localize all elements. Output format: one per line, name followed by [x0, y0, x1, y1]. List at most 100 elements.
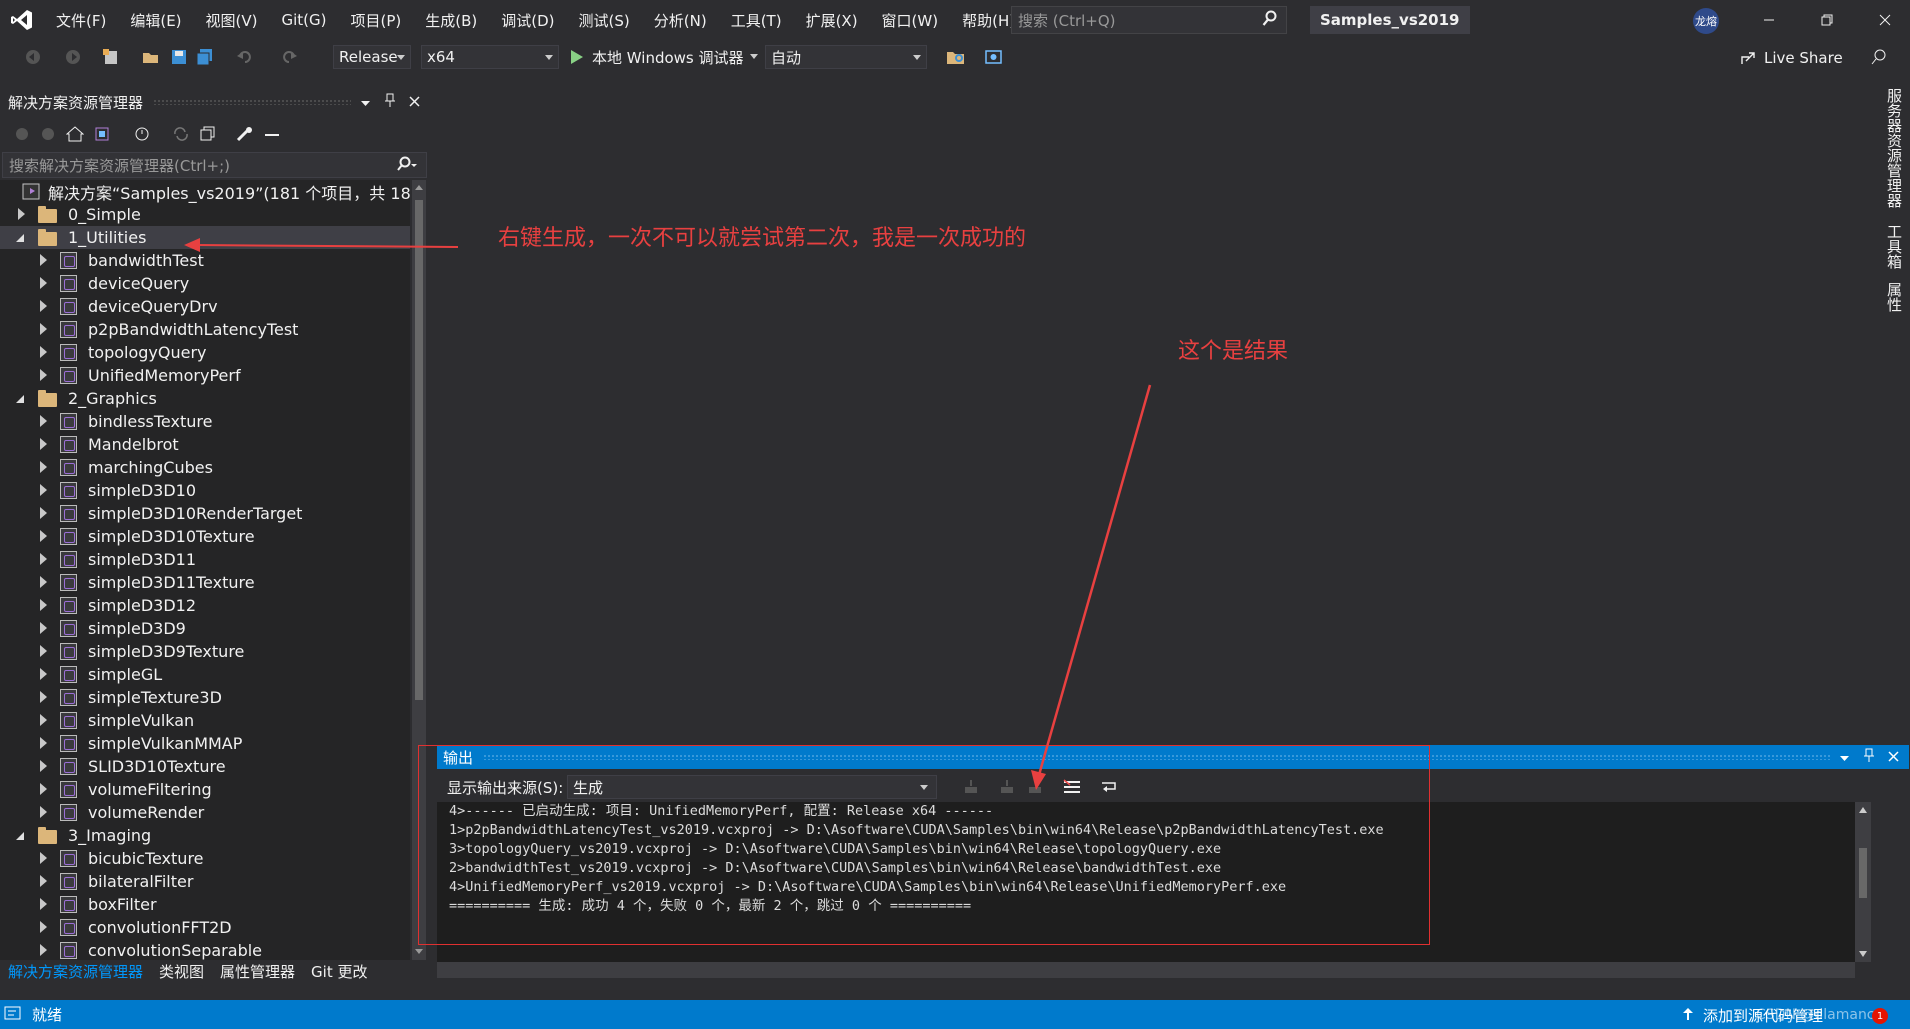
global-search-input[interactable]: 搜索 (Ctrl+Q): [1011, 6, 1287, 34]
collapse-all-icon[interactable]: [200, 126, 218, 144]
collapse-arrow-icon[interactable]: [40, 507, 47, 519]
tree-project-row[interactable]: deviceQuery: [0, 272, 410, 295]
collapse-arrow-icon[interactable]: [40, 323, 47, 335]
collapse-arrow-icon[interactable]: [40, 576, 47, 588]
expand-arrow-icon[interactable]: [16, 395, 24, 403]
menu-item[interactable]: 项目(P): [339, 10, 414, 31]
close-icon[interactable]: [409, 93, 420, 111]
preview-icon[interactable]: [264, 126, 282, 144]
collapse-arrow-icon[interactable]: [40, 277, 47, 289]
expand-arrow-icon[interactable]: [16, 234, 24, 242]
tree-project-row[interactable]: volumeRender: [0, 801, 410, 824]
tree-project-row[interactable]: boxFilter: [0, 893, 410, 916]
open-file-icon[interactable]: [142, 48, 160, 66]
collapse-arrow-icon[interactable]: [40, 737, 47, 749]
configuration-select[interactable]: Release: [333, 45, 411, 69]
panel-tab[interactable]: 解决方案资源管理器: [0, 961, 151, 982]
tree-project-row[interactable]: simpleD3D9: [0, 617, 410, 640]
panel-tab[interactable]: 类视图: [151, 961, 212, 982]
collapse-arrow-icon[interactable]: [40, 668, 47, 680]
tree-project-row[interactable]: simpleD3D10Texture: [0, 525, 410, 548]
collapse-arrow-icon[interactable]: [40, 944, 47, 956]
collapse-arrow-icon[interactable]: [40, 415, 47, 427]
collapse-arrow-icon[interactable]: [18, 208, 25, 220]
server-explorer-tab[interactable]: 服务器资源管理器: [1884, 88, 1905, 208]
platform-select[interactable]: x64: [421, 45, 559, 69]
panel-tab[interactable]: Git 更改: [303, 961, 375, 982]
menu-item[interactable]: 文件(F): [44, 10, 118, 31]
tree-project-row[interactable]: simpleD3D10RenderTarget: [0, 502, 410, 525]
properties-wrench-icon[interactable]: [236, 126, 254, 144]
tree-project-row[interactable]: deviceQueryDrv: [0, 295, 410, 318]
collapse-arrow-icon[interactable]: [40, 346, 47, 358]
tree-project-row[interactable]: simpleVulkanMMAP: [0, 732, 410, 755]
tree-project-row[interactable]: Mandelbrot: [0, 433, 410, 456]
collapse-arrow-icon[interactable]: [40, 898, 47, 910]
collapse-arrow-icon[interactable]: [40, 852, 47, 864]
scroll-up-icon[interactable]: [412, 182, 426, 194]
tree-project-row[interactable]: topologyQuery: [0, 341, 410, 364]
tree-folder-row[interactable]: 3_Imaging: [0, 824, 410, 847]
menu-item[interactable]: 视图(V): [194, 10, 270, 31]
collapse-arrow-icon[interactable]: [40, 691, 47, 703]
tree-project-row[interactable]: simpleGL: [0, 663, 410, 686]
feedback-icon[interactable]: [1870, 48, 1888, 66]
collapse-arrow-icon[interactable]: [40, 921, 47, 933]
account-avatar[interactable]: 龙熔: [1693, 8, 1719, 34]
output-vertical-scrollbar[interactable]: [1855, 802, 1871, 962]
properties-tab[interactable]: 属性: [1884, 282, 1905, 312]
menu-item[interactable]: 测试(S): [567, 10, 642, 31]
redo-icon[interactable]: [280, 48, 298, 66]
navigate-back-icon[interactable]: [24, 48, 42, 66]
pending-changes-filter-icon[interactable]: [134, 126, 152, 144]
collapse-arrow-icon[interactable]: [40, 622, 47, 634]
tree-project-row[interactable]: marchingCubes: [0, 456, 410, 479]
tree-project-row[interactable]: convolutionSeparable: [0, 939, 410, 960]
status-output-icon[interactable]: [4, 1006, 22, 1024]
collapse-arrow-icon[interactable]: [40, 300, 47, 312]
close-window-icon[interactable]: [1860, 0, 1910, 40]
tree-project-row[interactable]: simpleD3D10: [0, 479, 410, 502]
tree-project-row[interactable]: simpleD3D11: [0, 548, 410, 571]
menu-item[interactable]: 窗口(W): [870, 10, 951, 31]
collapse-arrow-icon[interactable]: [40, 553, 47, 565]
solution-root-row[interactable]: 解决方案“Samples_vs2019”(181 个项目，共 181 个): [0, 180, 410, 203]
scroll-down-icon[interactable]: [1855, 948, 1871, 960]
tree-project-row[interactable]: convolutionFFT2D: [0, 916, 410, 939]
collapse-arrow-icon[interactable]: [40, 461, 47, 473]
scroll-up-icon[interactable]: [1855, 804, 1871, 816]
home-icon[interactable]: [65, 126, 85, 144]
start-debugging-button[interactable]: 本地 Windows 调试器: [570, 45, 760, 69]
tree-project-row[interactable]: simpleTexture3D: [0, 686, 410, 709]
back-icon[interactable]: [14, 126, 32, 144]
scrollbar-thumb[interactable]: [415, 200, 423, 700]
live-share-button[interactable]: Live Share: [1740, 46, 1843, 70]
debug-mode-select[interactable]: 自动: [765, 45, 927, 69]
collapse-arrow-icon[interactable]: [40, 369, 47, 381]
minimize-icon[interactable]: [1744, 0, 1794, 40]
tree-project-row[interactable]: simpleVulkan: [0, 709, 410, 732]
solution-explorer-search-input[interactable]: 搜索解决方案资源管理器(Ctrl+;): [2, 152, 427, 178]
new-project-icon[interactable]: [102, 48, 120, 66]
tree-folder-row[interactable]: 0_Simple: [0, 203, 410, 226]
menu-item[interactable]: 编辑(E): [118, 10, 193, 31]
collapse-arrow-icon[interactable]: [40, 645, 47, 657]
scroll-down-icon[interactable]: [412, 946, 426, 958]
menu-item[interactable]: 工具(T): [719, 10, 794, 31]
tree-project-row[interactable]: volumeFiltering: [0, 778, 410, 801]
panel-tab[interactable]: 属性管理器: [212, 961, 303, 982]
tree-project-row[interactable]: SLID3D10Texture: [0, 755, 410, 778]
sync-icon[interactable]: [172, 126, 190, 144]
collapse-arrow-icon[interactable]: [40, 438, 47, 450]
tree-project-row[interactable]: bicubicTexture: [0, 847, 410, 870]
chevron-down-icon[interactable]: [1840, 748, 1850, 766]
tree-project-row[interactable]: bandwidthTest: [0, 249, 410, 272]
pin-icon[interactable]: [1864, 748, 1874, 766]
toolbox-tab[interactable]: 工具箱: [1884, 224, 1905, 269]
tree-project-row[interactable]: UnifiedMemoryPerf: [0, 364, 410, 387]
output-horizontal-scrollbar[interactable]: [437, 962, 1855, 978]
collapse-arrow-icon[interactable]: [40, 806, 47, 818]
collapse-arrow-icon[interactable]: [40, 599, 47, 611]
restore-icon[interactable]: [1802, 0, 1852, 40]
collapse-arrow-icon[interactable]: [40, 875, 47, 887]
